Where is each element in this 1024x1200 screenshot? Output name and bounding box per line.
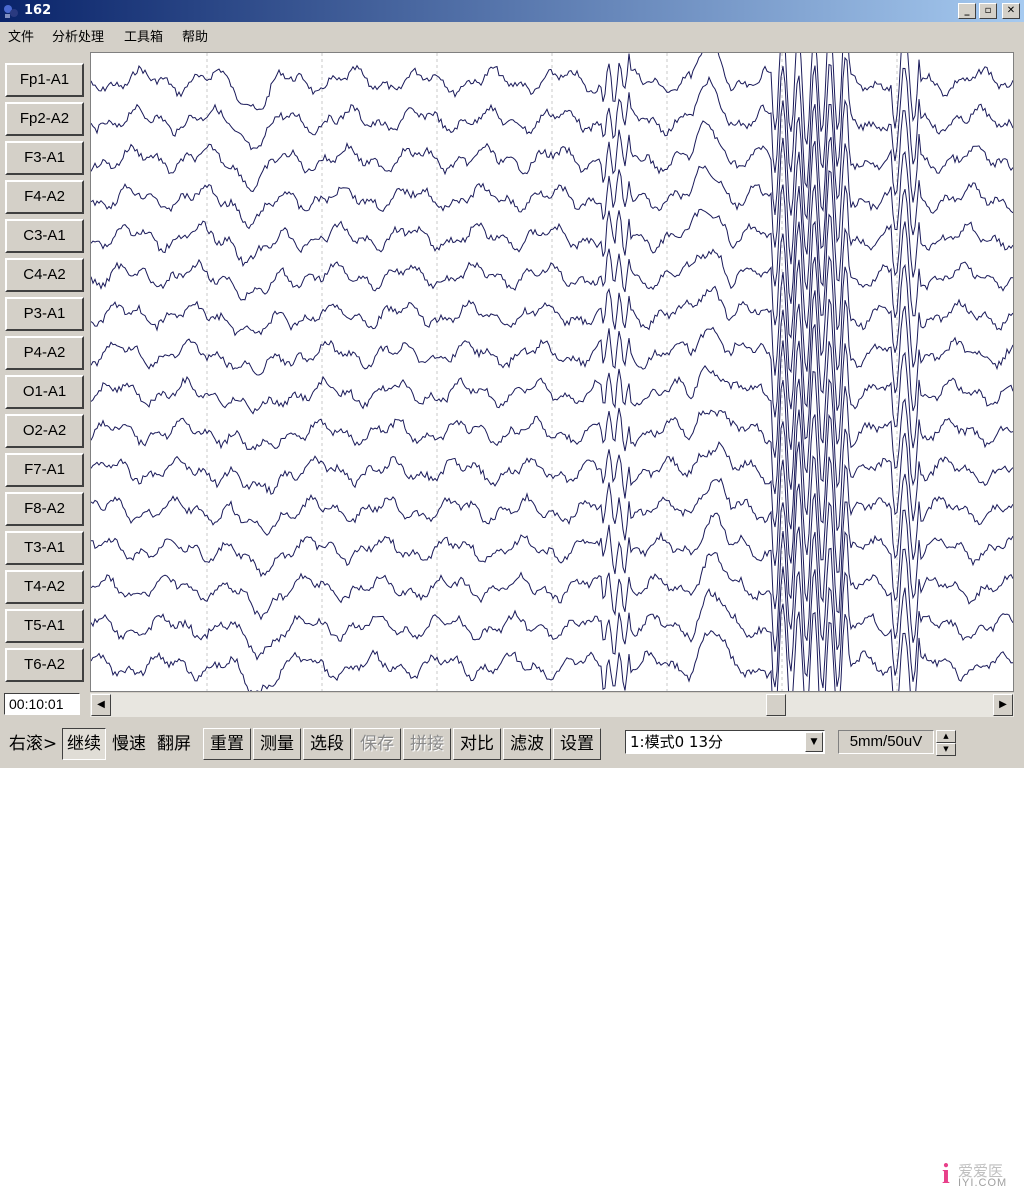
sensitivity-up-button[interactable]: ▲: [936, 730, 956, 743]
channel-button[interactable]: F4-A2: [5, 180, 84, 214]
menu-bar: 文件 分析处理 工具箱 帮助: [0, 23, 1024, 45]
slow-button[interactable]: 慢速: [108, 728, 150, 760]
channel-button[interactable]: O1-A1: [5, 375, 84, 409]
channel-button[interactable]: P4-A2: [5, 336, 84, 370]
settings-button[interactable]: 设置: [553, 728, 601, 760]
menu-toolbox[interactable]: 工具箱: [124, 26, 163, 45]
eeg-waveforms: [91, 53, 1013, 691]
filter-button[interactable]: 滤波: [503, 728, 551, 760]
compare-button[interactable]: 对比: [453, 728, 501, 760]
channel-button[interactable]: T6-A2: [5, 648, 84, 682]
app-icon: [4, 5, 18, 18]
scroll-right-toggle[interactable]: 右滚>: [6, 728, 60, 760]
eeg-window: 162 _ ▫ ✕ 文件 分析处理 工具箱 帮助 Fp1-A1 Fp2-A2 F3-…: [0, 0, 1024, 768]
select-segment-button[interactable]: 选段: [303, 728, 351, 760]
menu-file[interactable]: 文件: [8, 26, 34, 45]
channel-button[interactable]: Fp1-A1: [5, 63, 84, 97]
channel-button[interactable]: T4-A2: [5, 570, 84, 604]
title-bar[interactable]: 162 _ ▫ ✕: [0, 0, 1024, 22]
channel-button[interactable]: O2-A2: [5, 414, 84, 448]
channel-button[interactable]: F3-A1: [5, 141, 84, 175]
scroll-left-button[interactable]: ◀: [91, 694, 111, 716]
restore-button[interactable]: ▫: [979, 3, 997, 19]
channel-button[interactable]: C4-A2: [5, 258, 84, 292]
menu-analysis[interactable]: 分析处理: [52, 26, 104, 45]
channel-button[interactable]: P3-A1: [5, 297, 84, 331]
splice-button[interactable]: 拼接: [403, 728, 451, 760]
sensitivity-display: 5mm/50uV: [838, 730, 934, 754]
scroll-right-button[interactable]: ▶: [993, 694, 1013, 716]
eeg-trace: [91, 99, 1013, 221]
save-button[interactable]: 保存: [353, 728, 401, 760]
window-title: 162: [24, 3, 52, 18]
close-button[interactable]: ✕: [1002, 3, 1020, 19]
time-display: 00:10:01: [4, 693, 80, 715]
watermark: i 爱爱医 IYI.COM: [942, 1160, 1018, 1194]
sensitivity-down-button[interactable]: ▼: [936, 743, 956, 756]
horizontal-scrollbar[interactable]: ◀ ▶: [90, 693, 1014, 717]
channel-button[interactable]: F7-A1: [5, 453, 84, 487]
flip-screen-button[interactable]: 翻屏: [152, 728, 196, 760]
watermark-logo: i: [942, 1159, 950, 1190]
reset-button[interactable]: 重置: [203, 728, 251, 760]
eeg-trace: [91, 255, 1013, 376]
channel-button[interactable]: F8-A2: [5, 492, 84, 526]
channel-button[interactable]: T3-A1: [5, 531, 84, 565]
channel-button[interactable]: C3-A1: [5, 219, 84, 253]
channel-button[interactable]: T5-A1: [5, 609, 84, 643]
eeg-trace: [91, 566, 1013, 689]
chevron-down-icon[interactable]: ▼: [805, 732, 823, 752]
mode-select[interactable]: 1:模式0 13分 ▼: [625, 730, 825, 754]
eeg-plot-area[interactable]: [90, 52, 1014, 692]
channel-button[interactable]: Fp2-A2: [5, 102, 84, 136]
scroll-thumb[interactable]: [765, 694, 786, 716]
watermark-site: IYI.COM: [958, 1177, 1008, 1189]
minimize-button[interactable]: _: [958, 3, 976, 19]
continue-button[interactable]: 继续: [62, 728, 106, 760]
mode-select-value: 1:模式0 13分: [630, 733, 723, 751]
measure-button[interactable]: 测量: [253, 728, 301, 760]
menu-help[interactable]: 帮助: [182, 26, 208, 45]
